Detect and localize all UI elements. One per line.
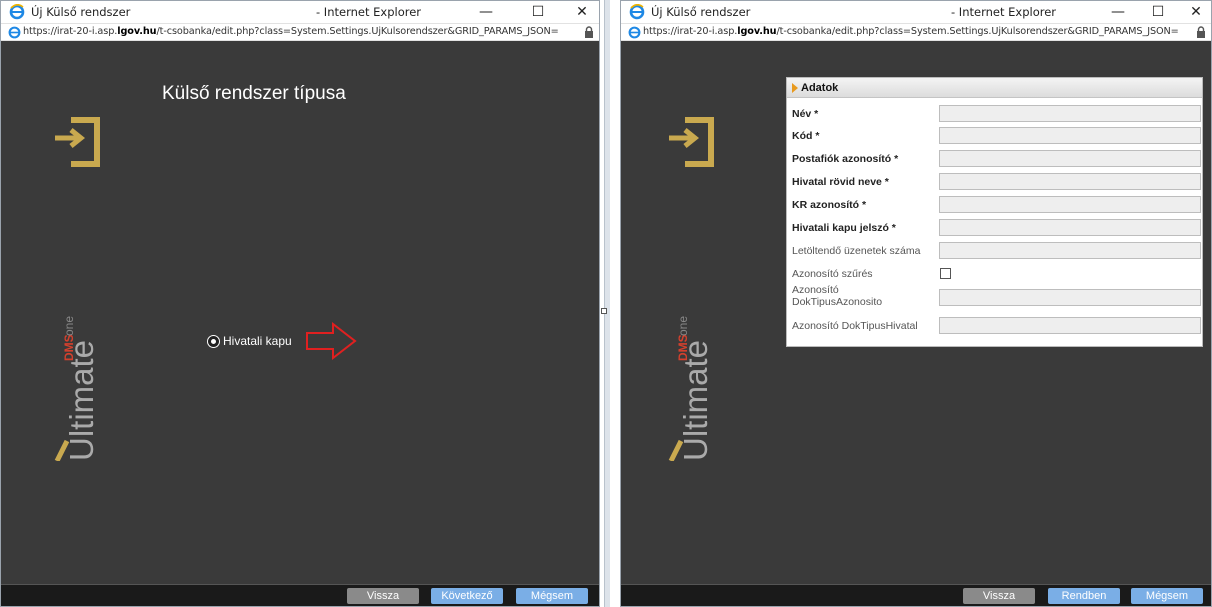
azonosito-szures-checkbox[interactable]: [940, 268, 951, 279]
field-label: Azonosító szűrés: [792, 268, 873, 280]
dms-ultimate-logo: Ultimate DMS one: [668, 316, 714, 461]
field-label: Azonosító DokTipusAzonosito: [792, 284, 883, 308]
maximize-button[interactable]: ☐: [523, 2, 553, 22]
window-separator: [600, 0, 620, 607]
svg-text:one: one: [62, 316, 76, 336]
postafiok-input[interactable]: [939, 150, 1201, 167]
field-letoltendo: Letöltendő üzenetek száma: [792, 242, 1201, 260]
internet-explorer-icon: [9, 4, 25, 20]
close-button[interactable]: ✕: [567, 2, 597, 22]
doktipus-hivatal-input[interactable]: [939, 317, 1201, 334]
expand-triangle-icon: [792, 83, 798, 93]
enter-arrow-icon: [669, 117, 714, 167]
svg-text:DMS: DMS: [62, 334, 76, 361]
field-label: Letöltendő üzenetek száma: [792, 245, 921, 257]
doktipus-azonosito-input[interactable]: [939, 289, 1201, 306]
enter-arrow-icon: [55, 117, 100, 167]
next-button[interactable]: Következő: [431, 588, 503, 604]
panel-header[interactable]: Adatok: [787, 78, 1202, 98]
jelszo-input[interactable]: [939, 219, 1201, 236]
window-title: Új Külső rendszer: [31, 5, 131, 19]
window-title-app: - Internet Explorer: [951, 5, 1057, 19]
field-label: Hivatali kapu jelszó *: [792, 222, 896, 234]
field-label: Azonosító DokTipusHivatal: [792, 320, 918, 332]
red-arrow-annotation: [306, 322, 357, 360]
lock-icon: [1197, 26, 1205, 38]
address-bar[interactable]: https://irat-20-i.asp.lgov.hu/t-csobanka…: [621, 23, 1211, 41]
letoltendo-input[interactable]: [939, 242, 1201, 259]
internet-explorer-icon: [629, 4, 645, 20]
maximize-button[interactable]: ☐: [1143, 2, 1173, 22]
field-postafiok: Postafiók azonosító *: [792, 150, 1201, 168]
internet-explorer-icon: [628, 26, 641, 39]
field-nev: Név *: [792, 105, 1201, 123]
svg-text:one: one: [676, 316, 690, 336]
url-text: https://irat-20-i.asp.lgov.hu/t-csobanka…: [643, 26, 1179, 37]
field-kr-azonosito: KR azonosító *: [792, 196, 1201, 214]
close-button[interactable]: ✕: [1181, 2, 1211, 22]
lock-icon: [585, 26, 593, 38]
field-label: Kód *: [792, 130, 820, 142]
window-title: Új Külső rendszer: [651, 5, 751, 19]
field-hivatali-kapu-jelszo: Hivatali kapu jelszó *: [792, 219, 1201, 237]
field-hivatal-rovid-neve: Hivatal rövid neve *: [792, 173, 1201, 191]
nev-input[interactable]: [939, 105, 1201, 122]
window-title-app: - Internet Explorer: [316, 5, 422, 19]
field-label: KR azonosító *: [792, 199, 867, 211]
form-content: Ultimate DMS one Adatok Név * Kód * Post…: [621, 41, 1211, 584]
field-doktipus-hivatal: Azonosító DokTipusHivatal: [792, 317, 1201, 335]
cancel-button[interactable]: Mégsem: [516, 588, 588, 604]
left-ie-window: Új Külső rendszer - Internet Explorer — …: [0, 0, 600, 607]
cancel-button[interactable]: Mégsem: [1131, 588, 1203, 604]
minimize-button[interactable]: —: [1103, 2, 1133, 22]
kod-input[interactable]: [939, 127, 1201, 144]
field-label: Név *: [792, 108, 819, 120]
dms-ultimate-logo: Ultimate DMS one: [54, 316, 100, 461]
right-ie-window: Új Külső rendszer - Internet Explorer — …: [620, 0, 1212, 607]
radio-hivatali-kapu[interactable]: Hivatali kapu: [208, 334, 292, 348]
ok-button[interactable]: Rendben: [1048, 588, 1120, 604]
kr-azonosito-input[interactable]: [939, 196, 1201, 213]
minimize-button[interactable]: —: [471, 2, 501, 22]
radio-label: Hivatali kapu: [223, 334, 292, 348]
button-bar: Vissza Következő Mégsem: [1, 584, 599, 606]
radio-button[interactable]: [208, 335, 219, 347]
title-bar[interactable]: Új Külső rendszer - Internet Explorer — …: [1, 1, 599, 23]
field-label: Postafiók azonosító *: [792, 153, 899, 165]
field-kod: Kód *: [792, 127, 1201, 145]
button-bar: Vissza Rendben Mégsem: [621, 584, 1211, 606]
svg-text:DMS: DMS: [676, 334, 690, 361]
back-button[interactable]: Vissza: [347, 588, 419, 604]
hivatal-rovid-neve-input[interactable]: [939, 173, 1201, 190]
address-bar[interactable]: https://irat-20-i.asp.lgov.hu/t-csobanka…: [1, 23, 599, 41]
wizard-content: Ultimate DMS one Külső rendszer típusa H…: [1, 41, 599, 584]
back-button[interactable]: Vissza: [963, 588, 1035, 604]
internet-explorer-icon: [8, 26, 21, 39]
title-bar[interactable]: Új Külső rendszer - Internet Explorer — …: [621, 1, 1211, 23]
url-text: https://irat-20-i.asp.lgov.hu/t-csobanka…: [23, 26, 559, 37]
adatok-panel: Adatok Név * Kód * Postafiók azonosító *…: [786, 77, 1203, 347]
field-doktipus-azonosito: Azonosító DokTipusAzonosito: [792, 284, 1201, 310]
panel-title: Adatok: [801, 82, 839, 94]
field-azonosito-szures: Azonosító szűrés: [792, 265, 1198, 283]
field-label: Hivatal rövid neve *: [792, 176, 889, 188]
wizard-heading: Külső rendszer típusa: [162, 83, 346, 104]
